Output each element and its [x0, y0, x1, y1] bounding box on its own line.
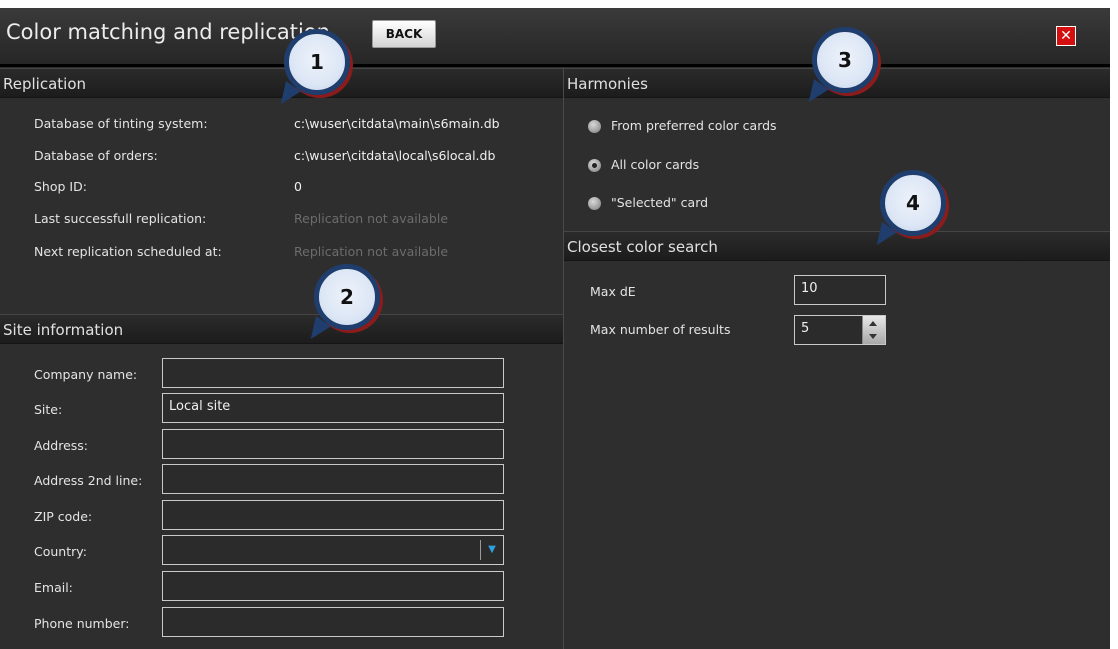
- max-de-label: Max dE: [590, 284, 636, 299]
- callout-2: 2: [303, 264, 414, 345]
- app-window: Color matching and replication BACK ✕ Re…: [0, 8, 1110, 649]
- country-label: Country:: [34, 544, 87, 559]
- db-orders-value: c:\wuser\citdata\local\s6local.db: [294, 148, 496, 163]
- country-dropdown[interactable]: ▼: [162, 535, 504, 565]
- radio-selected-card[interactable]: [588, 197, 601, 210]
- zip-code-field[interactable]: [162, 500, 504, 530]
- company-name-field[interactable]: [162, 358, 504, 388]
- shop-id-value: 0: [294, 179, 302, 194]
- db-tinting-value: c:\wuser\citdata\main\s6main.db: [294, 116, 500, 131]
- callout-number: 1: [284, 29, 350, 95]
- phone-field[interactable]: [162, 607, 504, 637]
- column-divider: [563, 68, 564, 649]
- shop-id-label: Shop ID:: [34, 179, 87, 194]
- title-bar: Color matching and replication BACK ✕: [0, 8, 1110, 67]
- radio-preferred-cards-label[interactable]: From preferred color cards: [611, 118, 777, 133]
- max-results-value: 5: [801, 321, 810, 336]
- phone-label: Phone number:: [34, 616, 130, 631]
- arrow-up-icon[interactable]: [869, 321, 877, 326]
- callout-1: 1: [273, 29, 384, 110]
- address2-label: Address 2nd line:: [34, 473, 143, 488]
- closest-search-header: Closest color search: [564, 231, 1110, 261]
- company-name-label: Company name:: [34, 367, 138, 382]
- site-field[interactable]: Local site: [162, 393, 504, 423]
- email-field[interactable]: [162, 571, 504, 601]
- close-icon[interactable]: ✕: [1056, 26, 1076, 46]
- email-label: Email:: [34, 580, 73, 595]
- radio-selected-card-label[interactable]: "Selected" card: [611, 195, 708, 210]
- site-info-header: Site information: [0, 314, 563, 344]
- max-results-label: Max number of results: [590, 322, 731, 337]
- callout-4: 4: [869, 170, 980, 251]
- callout-number: 2: [314, 264, 380, 330]
- db-tinting-label: Database of tinting system:: [34, 116, 208, 131]
- arrow-down-icon[interactable]: [869, 334, 877, 339]
- site-label: Site:: [34, 402, 63, 417]
- radio-all-cards-label[interactable]: All color cards: [611, 157, 699, 172]
- address2-field[interactable]: [162, 464, 504, 494]
- callout-3: 3: [801, 27, 912, 108]
- max-de-field[interactable]: 10: [794, 275, 886, 305]
- last-replication-label: Last successfull replication:: [34, 211, 207, 226]
- next-replication-label: Next replication scheduled at:: [34, 244, 222, 259]
- window-title: Color matching and replication: [6, 20, 330, 44]
- spinner-buttons[interactable]: [862, 316, 885, 344]
- db-orders-label: Database of orders:: [34, 148, 158, 163]
- address-field[interactable]: [162, 429, 504, 459]
- callout-number: 4: [880, 170, 946, 236]
- max-results-stepper[interactable]: 5: [794, 315, 886, 345]
- radio-all-cards[interactable]: [588, 159, 601, 172]
- last-replication-value: Replication not available: [294, 211, 449, 226]
- chevron-down-icon[interactable]: ▼: [480, 540, 503, 560]
- next-replication-value: Replication not available: [294, 244, 449, 259]
- callout-number: 3: [812, 27, 878, 93]
- radio-preferred-cards[interactable]: [588, 120, 601, 133]
- zip-code-label: ZIP code:: [34, 509, 93, 524]
- address-label: Address:: [34, 438, 88, 453]
